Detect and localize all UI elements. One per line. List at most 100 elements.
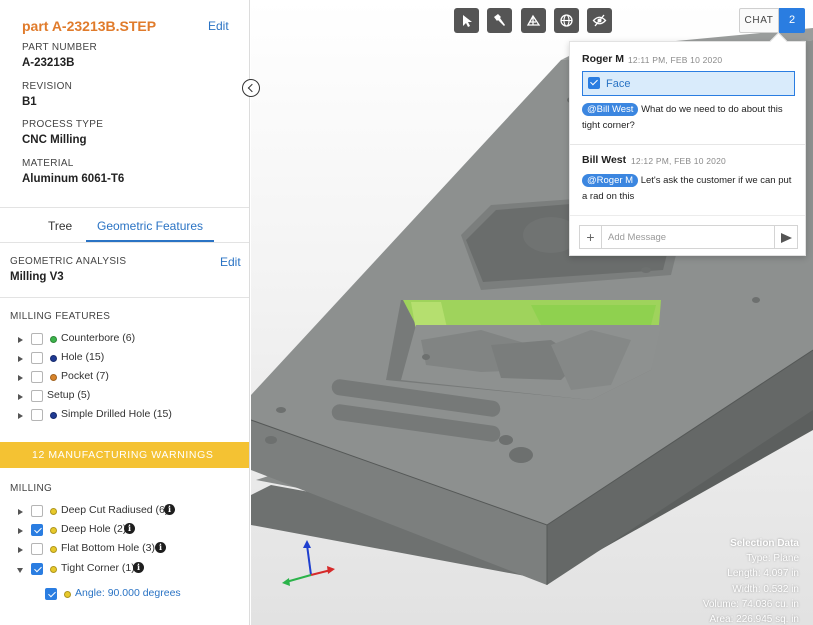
globe-icon (560, 14, 573, 27)
expand-caret-icon[interactable] (18, 547, 23, 553)
send-icon[interactable] (775, 225, 798, 249)
feature-color-dot (50, 411, 57, 419)
add-attachment-button[interactable]: + (579, 225, 601, 249)
warning-row-deep-hole[interactable]: Deep Hole (2) i (0, 523, 249, 541)
revision-value: B1 (22, 96, 37, 108)
warning-checkbox[interactable] (31, 543, 43, 555)
warning-row-deep-cut-radiused[interactable]: Deep Cut Radiused (6) i (0, 504, 249, 522)
info-icon[interactable]: i (155, 542, 166, 553)
tab-geometric-features[interactable]: Geometric Features (97, 219, 203, 233)
feature-label: Pocket (7) (61, 370, 109, 382)
feature-color-dot (50, 354, 57, 362)
info-icon[interactable]: i (133, 562, 144, 573)
chat-footer-divider (570, 215, 805, 216)
info-icon[interactable]: i (124, 523, 135, 534)
measure-icon (526, 14, 541, 26)
divider (0, 297, 249, 298)
expand-caret-icon[interactable] (18, 356, 23, 362)
part-number-value: A-23213B (22, 57, 75, 69)
feature-color-dot (50, 335, 57, 343)
expand-caret-icon[interactable] (18, 528, 23, 534)
warning-color-dot (50, 565, 57, 573)
feature-checkbox[interactable] (31, 371, 43, 383)
process-type-value: CNC Milling (22, 134, 87, 146)
material-label: MATERIAL (22, 158, 74, 169)
message-author: Bill West (582, 154, 627, 166)
expand-caret-icon[interactable] (18, 509, 23, 515)
warning-label: Tight Corner (1) (61, 562, 135, 574)
measure-tool-button[interactable] (521, 8, 546, 33)
chat-panel: Roger M 12:11 PM, FEB 10 2020 Face @Bill… (569, 41, 806, 256)
milling-features-title: MILLING FEATURES (10, 311, 111, 322)
feature-row-counterbore[interactable]: Counterbore (6) (0, 332, 249, 350)
feature-color-dot (50, 373, 57, 381)
warning-checkbox[interactable] (31, 505, 43, 517)
warning-row-flat-bottom-hole[interactable]: Flat Bottom Hole (3) i (0, 542, 249, 560)
expand-caret-icon[interactable] (18, 375, 23, 381)
feature-checkbox[interactable] (31, 409, 43, 421)
warning-color-dot (50, 507, 57, 515)
message-body: @Bill West What do we need to do about t… (582, 102, 797, 134)
axis-gizmo (282, 540, 335, 586)
tab-tree[interactable]: Tree (48, 219, 72, 233)
feature-label: Hole (15) (61, 351, 105, 363)
feature-checkbox[interactable] (31, 333, 43, 345)
warning-row-tight-corner[interactable]: Tight Corner (1) i (0, 562, 249, 580)
selection-volume: Volume: 74.036 cu. in (702, 598, 799, 610)
warning-label: Flat Bottom Hole (3) (61, 542, 155, 554)
face-chip-label: Face (606, 78, 631, 90)
warning-checkbox[interactable] (31, 524, 43, 536)
mention-tag[interactable]: @Bill West (582, 103, 639, 116)
feature-row-hole[interactable]: Hole (15) (0, 351, 249, 369)
material-value: Aluminum 6061-T6 (22, 173, 125, 185)
warning-color-dot (50, 526, 57, 534)
hammer-icon (494, 14, 505, 26)
part-sidebar: part A-23213B.STEP Edit PART NUMBER A-23… (0, 0, 250, 625)
chat-button[interactable]: CHAT (739, 8, 779, 33)
process-type-label: PROCESS TYPE (22, 119, 104, 130)
globe-tool-button[interactable] (554, 8, 579, 33)
hide-tool-button[interactable] (587, 8, 612, 33)
mention-tag[interactable]: @Roger M (582, 174, 639, 187)
selection-data-panel: Selection Data Type: Plane Length: 4.097… (703, 536, 799, 625)
hammer-tool-button[interactable] (487, 8, 512, 33)
feature-checkbox[interactable] (31, 352, 43, 364)
warning-sub-label: Angle: 90.000 degrees (75, 587, 181, 599)
message-divider (570, 144, 805, 145)
warning-color-dot (64, 590, 71, 598)
info-icon[interactable]: i (164, 504, 175, 515)
selection-data-title: Selection Data (730, 538, 799, 549)
feature-checkbox[interactable] (31, 390, 43, 402)
feature-label: Counterbore (6) (61, 332, 136, 344)
face-reference-chip[interactable]: Face (582, 71, 795, 96)
warning-checkbox[interactable] (31, 563, 43, 575)
manufacturing-warnings-banner[interactable]: 12 MANUFACTURING WARNINGS (0, 442, 249, 468)
geometric-analysis-value: Milling V3 (10, 271, 64, 283)
milling-warnings-title: MILLING (10, 483, 53, 494)
warning-checkbox[interactable] (45, 588, 57, 600)
edit-part-link[interactable]: Edit (208, 19, 229, 33)
feature-label: Simple Drilled Hole (15) (61, 408, 172, 420)
warning-label: Deep Cut Radiused (6) (61, 504, 169, 516)
edit-analysis-link[interactable]: Edit (220, 255, 241, 269)
face-checkbox[interactable] (588, 77, 600, 89)
warning-color-dot (50, 545, 57, 553)
selection-type: Type: Plane (746, 553, 799, 565)
collapse-sidebar-button[interactable] (242, 79, 260, 97)
part-number-label: PART NUMBER (22, 42, 97, 53)
expand-caret-icon[interactable] (18, 413, 23, 419)
select-tool-button[interactable] (454, 8, 479, 33)
warning-subrow-angle[interactable]: Angle: 90.000 degrees (0, 587, 249, 605)
expand-caret-icon[interactable] (18, 337, 23, 343)
revision-label: REVISION (22, 81, 73, 92)
feature-row-simple-drilled-hole[interactable]: Simple Drilled Hole (15) (0, 408, 249, 426)
message-input[interactable] (601, 225, 775, 249)
chat-count-badge[interactable]: 2 (779, 8, 805, 33)
selection-width: Width: 0.532 in (732, 583, 799, 595)
divider (0, 242, 249, 243)
collapse-caret-icon[interactable] (17, 568, 23, 573)
expand-caret-icon[interactable] (18, 394, 23, 400)
feature-row-setup[interactable]: Setup (5) (0, 389, 249, 407)
feature-row-pocket[interactable]: Pocket (7) (0, 370, 249, 388)
select-icon (463, 15, 472, 27)
